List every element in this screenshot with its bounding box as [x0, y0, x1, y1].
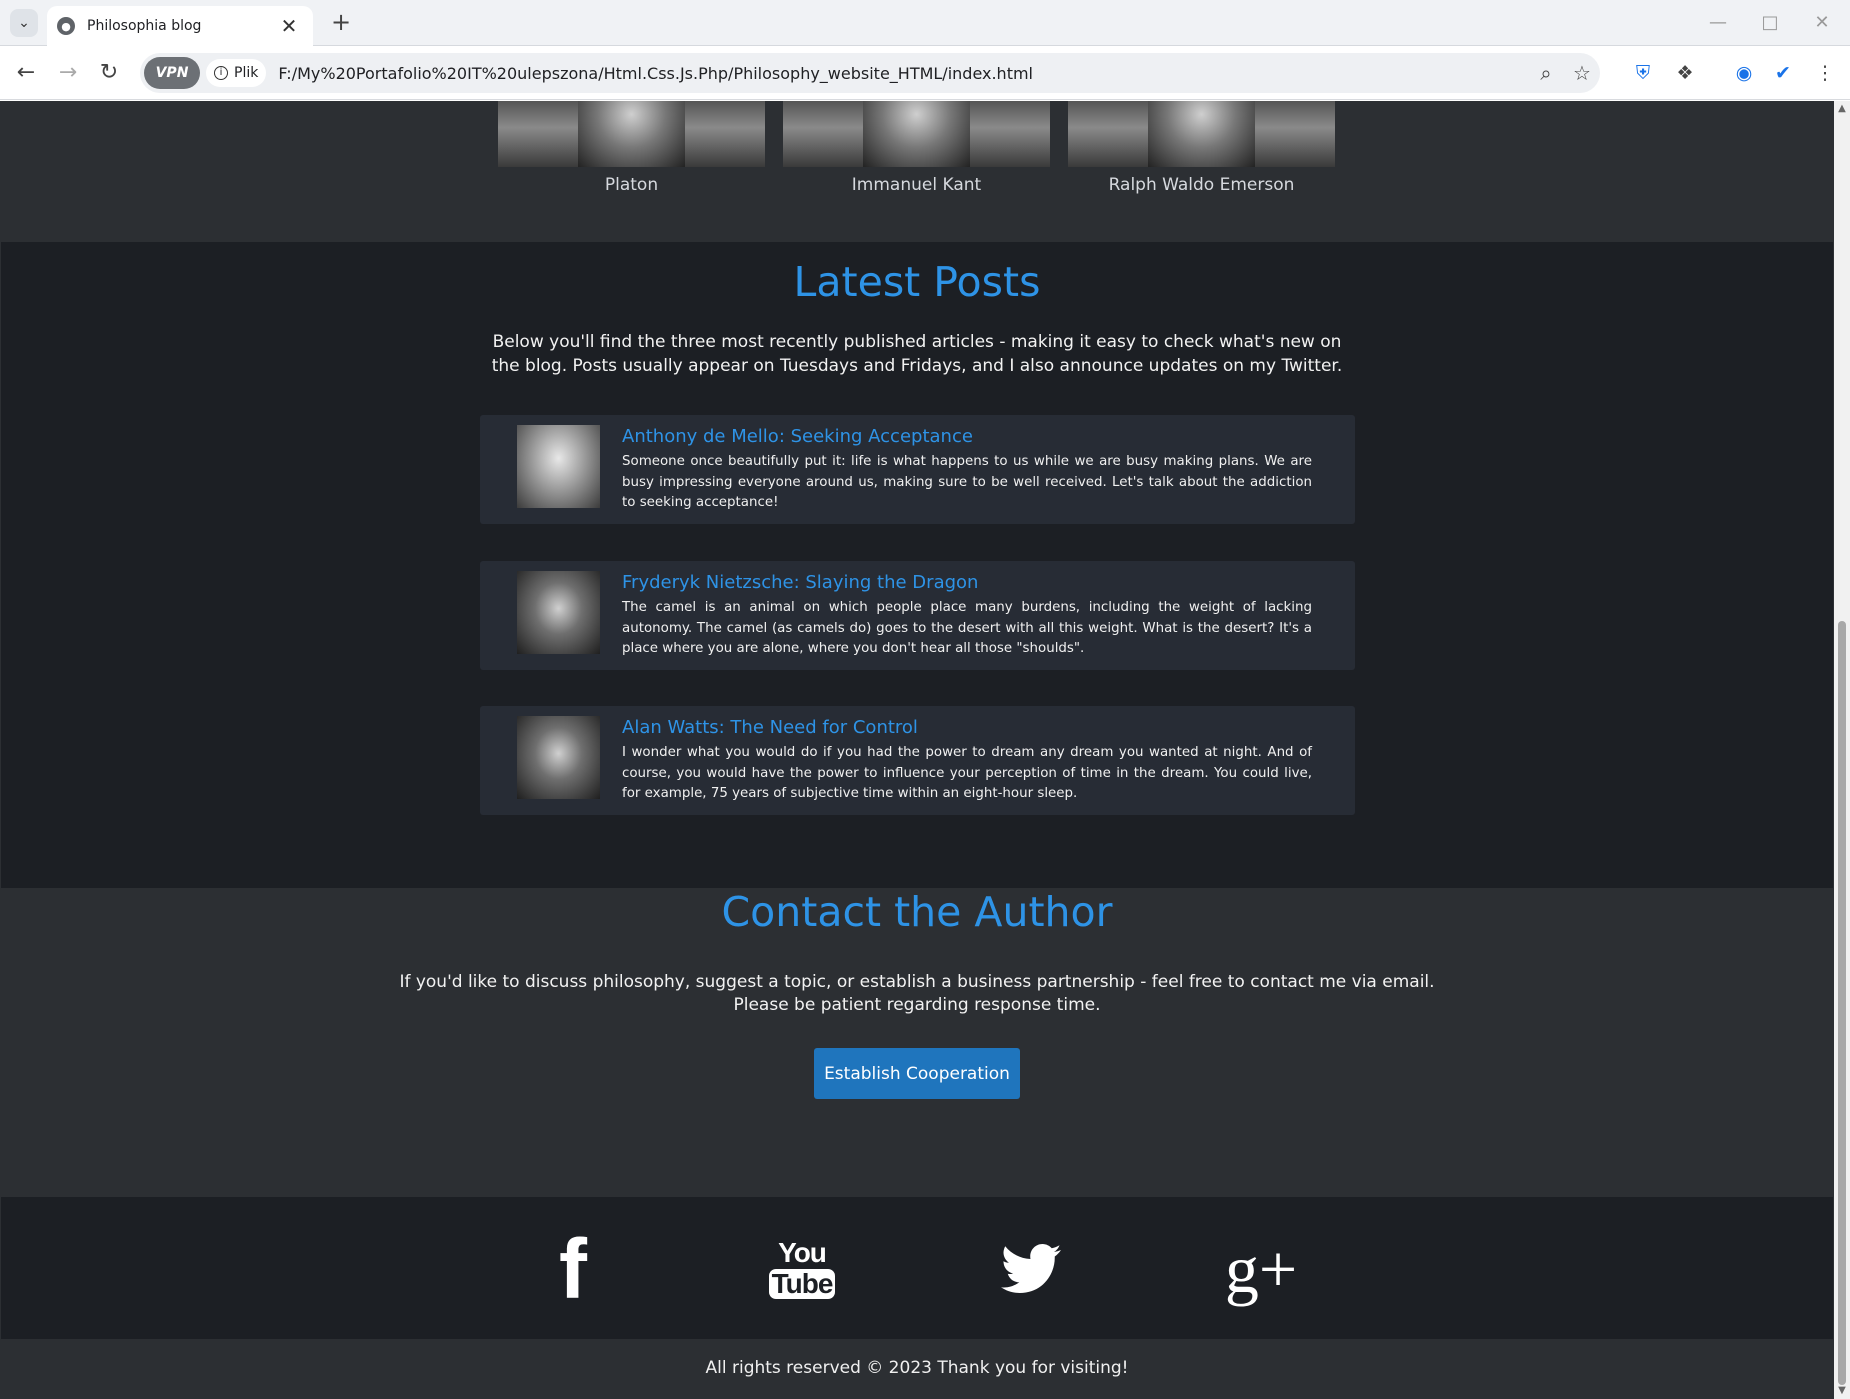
new-tab-button[interactable]: + [327, 9, 355, 37]
latest-posts-title: Latest Posts [793, 258, 1041, 306]
post-title-link[interactable]: Fryderyk Nietzsche: Slaying the Dragon [622, 572, 978, 593]
footer: All rights reserved © 2023 Thank you for… [1, 1339, 1833, 1399]
philosopher-card[interactable]: Immanuel Kant [783, 101, 1050, 195]
twitter-bird-icon [1001, 1244, 1061, 1293]
arrow-left-icon: ← [16, 60, 36, 85]
extensions-puzzle-icon[interactable]: ❖ [1670, 59, 1700, 87]
address-bar[interactable]: VPN i Plik F:/My%20Portafolio%20IT%20ule… [140, 53, 1600, 93]
post-title-link[interactable]: Alan Watts: The Need for Control [622, 717, 918, 738]
vpn-badge[interactable]: VPN [144, 57, 200, 89]
googleplus-link[interactable]: g+ [1221, 1233, 1301, 1305]
scroll-down-icon[interactable]: ▼ [1837, 1385, 1847, 1396]
contact-section: Contact the Author If you'd like to disc… [1, 888, 1833, 1197]
post-thumbnail [517, 425, 600, 508]
youtube-link[interactable]: You Tube [762, 1233, 842, 1305]
facebook-link[interactable]: f [533, 1222, 613, 1316]
site-info-button[interactable]: i Plik [206, 59, 267, 87]
philosopher-image [498, 101, 765, 167]
chevron-down-icon: ⌄ [18, 15, 30, 31]
post-card[interactable]: Anthony de Mello: Seeking Acceptance Som… [480, 415, 1355, 524]
bookmark-star-icon[interactable]: ☆ [1564, 61, 1600, 85]
profile-icon[interactable]: ◉ [1729, 59, 1759, 87]
philosopher-card[interactable]: Platon [498, 101, 765, 195]
arrow-right-icon: → [58, 60, 78, 85]
page-viewport: Platon Immanuel Kant Ralph Waldo Emerson… [0, 101, 1834, 1399]
browser-toolbar: ← → ↻ VPN i Plik F:/My%20Portafolio%20IT… [0, 46, 1850, 100]
post-excerpt: I wonder what you would do if you had th… [622, 745, 1312, 802]
site-info-label: Plik [234, 65, 259, 81]
back-button[interactable]: ← [10, 57, 42, 89]
forward-button[interactable]: → [52, 57, 84, 89]
url-text[interactable]: F:/My%20Portafolio%20IT%20ulepszona/Html… [278, 64, 1528, 83]
tab-strip: ⌄ ● Philosophia blog ✕ + — □ ✕ [0, 0, 1850, 46]
tab-active[interactable]: ● Philosophia blog ✕ [47, 6, 313, 46]
info-icon: i [214, 66, 228, 80]
scroll-up-icon[interactable]: ▲ [1837, 103, 1847, 114]
footer-copyright: All rights reserved © 2023 Thank you for… [705, 1358, 1129, 1378]
post-excerpt: The camel is an animal on which people p… [622, 600, 1312, 657]
reload-icon: ↻ [99, 60, 119, 85]
page-scrollbar[interactable]: ▲ ▼ [1834, 101, 1850, 1399]
philosopher-name: Ralph Waldo Emerson [1108, 175, 1295, 195]
philosopher-image [1068, 101, 1335, 167]
philosophers-section: Platon Immanuel Kant Ralph Waldo Emerson [1, 101, 1833, 242]
reload-button[interactable]: ↻ [93, 57, 125, 89]
latest-posts-section: Latest Posts Below you'll find the three… [1, 242, 1833, 888]
tab-search-button[interactable]: ⌄ [10, 9, 38, 37]
tab-title: Philosophia blog [87, 18, 202, 34]
googleplus-icon: g+ [1224, 1231, 1298, 1307]
close-icon[interactable]: ✕ [277, 14, 301, 38]
post-card[interactable]: Fryderyk Nietzsche: Slaying the Dragon T… [480, 561, 1355, 670]
close-window-button[interactable]: ✕ [1802, 8, 1842, 38]
security-shield-icon[interactable]: ✔ [1768, 59, 1798, 87]
philosopher-image [783, 101, 1050, 167]
philosopher-card[interactable]: Ralph Waldo Emerson [1068, 101, 1335, 195]
facebook-icon: f [559, 1222, 587, 1316]
menu-kebab-icon[interactable]: ⋮ [1810, 59, 1840, 87]
contact-title: Contact the Author [721, 888, 1113, 936]
post-title-link[interactable]: Anthony de Mello: Seeking Acceptance [622, 426, 973, 447]
contact-description-line1: If you'd like to discuss philosophy, sug… [399, 972, 1435, 992]
zoom-icon[interactable]: ⌕ [1528, 61, 1564, 85]
shield-extension-icon[interactable]: ⛨ [1628, 59, 1658, 87]
latest-posts-description: Below you'll find the three most recentl… [491, 332, 1343, 376]
post-excerpt: Someone once beautifully put it: life is… [622, 454, 1312, 511]
post-thumbnail [517, 716, 600, 799]
philosopher-name: Platon [604, 175, 659, 195]
social-links-section: f You Tube g+ [1, 1197, 1833, 1339]
establish-cooperation-button[interactable]: Establish Cooperation [814, 1048, 1020, 1099]
vpn-label: VPN [155, 65, 189, 81]
youtube-icon: You Tube [768, 1237, 836, 1299]
contact-description-line2: Please be patient regarding response tim… [733, 995, 1101, 1015]
philosopher-name: Immanuel Kant [851, 175, 982, 195]
youtube-logo-top: You [778, 1237, 827, 1268]
post-thumbnail [517, 571, 600, 654]
globe-icon: ● [57, 17, 75, 35]
minimize-button[interactable]: — [1698, 8, 1738, 38]
maximize-button[interactable]: □ [1750, 8, 1790, 38]
twitter-link[interactable] [991, 1233, 1071, 1305]
youtube-logo-bottom: Tube [768, 1269, 836, 1299]
scroll-thumb[interactable] [1838, 621, 1846, 1385]
post-card[interactable]: Alan Watts: The Need for Control I wonde… [480, 706, 1355, 815]
